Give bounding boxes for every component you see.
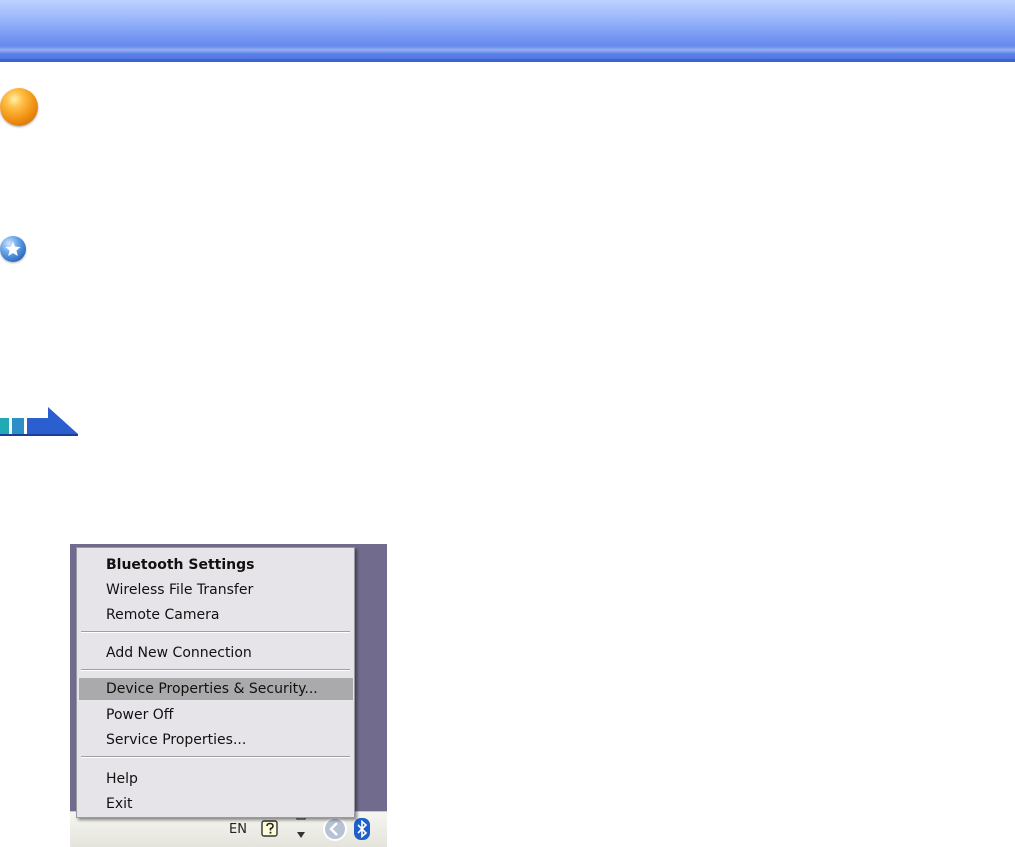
menu-item-service-properties[interactable]: Service Properties...	[79, 729, 353, 751]
menu-item-device-properties-security[interactable]: Device Properties & Security...	[79, 678, 353, 700]
help-icon[interactable]	[260, 819, 280, 839]
menu-item-remote-camera[interactable]: Remote Camera	[79, 604, 353, 626]
menu-separator	[81, 631, 350, 633]
menu-item-exit[interactable]: Exit	[79, 793, 353, 815]
orange-bullet-icon	[0, 88, 38, 126]
menu-item-bluetooth-settings[interactable]: Bluetooth Settings	[79, 554, 353, 576]
screenshot-bluetooth-menu: EN Bluetooth Settings Wireless File Tran…	[70, 544, 387, 847]
menu-separator	[81, 756, 350, 758]
bluetooth-icon[interactable]	[354, 818, 370, 840]
menu-item-power-off[interactable]: Power Off	[79, 704, 353, 726]
bluetooth-context-menu: Bluetooth Settings Wireless File Transfe…	[76, 547, 355, 818]
language-indicator[interactable]: EN	[229, 822, 247, 837]
menu-item-add-new-connection[interactable]: Add New Connection	[79, 642, 353, 664]
top-banner	[0, 0, 1015, 62]
menu-item-help[interactable]: Help	[79, 768, 353, 790]
show-hidden-icons-chevron[interactable]	[322, 816, 348, 842]
banner-highlight	[0, 46, 1015, 54]
next-arrow-icon[interactable]	[0, 404, 80, 438]
menu-item-wireless-file-transfer[interactable]: Wireless File Transfer	[79, 579, 353, 601]
banner-bottom-line	[0, 59, 1015, 62]
blue-star-icon	[0, 236, 26, 262]
menu-separator	[81, 669, 350, 671]
